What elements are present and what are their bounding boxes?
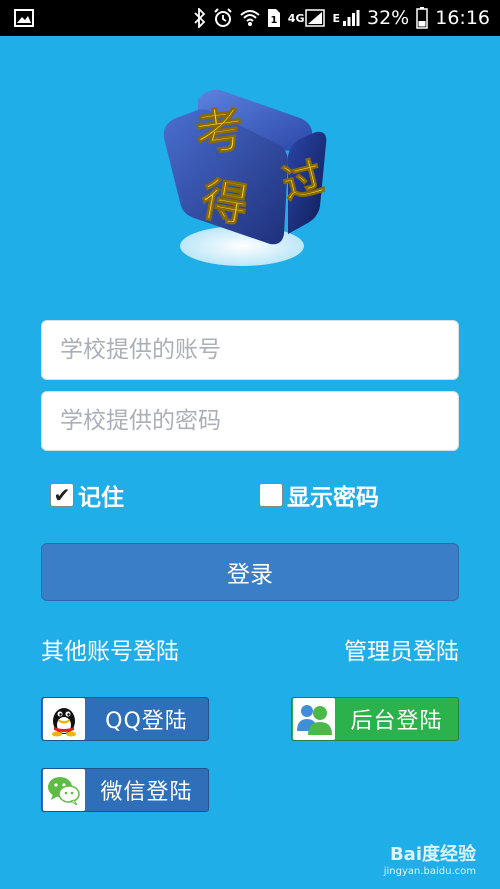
login-button-label: 登录 [227, 562, 273, 588]
other-login-label: 其他账号登陆 [41, 639, 179, 665]
app-logo: 考 得 过 [150, 78, 340, 273]
remember-label: 记住 [78, 485, 124, 511]
remember-checkbox[interactable]: 记住 [50, 478, 124, 512]
show-password-checkbox-box[interactable] [259, 483, 283, 507]
alarm-icon [213, 7, 233, 29]
logo-char-bottom: 得 [197, 172, 252, 233]
qq-penguin-icon [43, 698, 85, 740]
gallery-notification-icon [14, 7, 34, 29]
account-input[interactable] [41, 320, 459, 380]
backend-login-label: 后台登陆 [350, 709, 443, 734]
remember-checkbox-box[interactable] [50, 483, 74, 507]
svg-text:1: 1 [270, 15, 277, 26]
clock: 16:16 [435, 7, 490, 29]
sim-card-icon: 1 [267, 7, 281, 29]
signal-4g-icon: 4G [288, 7, 326, 29]
watermark-main: Bai度经验 [389, 844, 476, 865]
battery-icon [416, 7, 428, 29]
qq-login-label: QQ登陆 [105, 709, 188, 734]
admin-login-link[interactable]: 管理员登陆 [344, 632, 459, 666]
logo-char-top: 考 [192, 101, 247, 163]
show-password-checkbox[interactable]: 显示密码 [259, 478, 379, 512]
password-input[interactable] [41, 391, 459, 451]
show-password-label: 显示密码 [287, 485, 379, 511]
backend-login-button[interactable]: 后台登陆 [291, 697, 459, 741]
qq-login-button[interactable]: QQ登陆 [41, 697, 209, 741]
signal-e-icon: E [332, 7, 360, 29]
status-bar: 1 4G E 32% 16:16 [0, 0, 500, 36]
wifi-icon [240, 7, 260, 29]
bluetooth-icon [194, 7, 206, 29]
baidu-watermark: Bai度经验 jingyan.baidu.com [384, 840, 476, 877]
users-icon [293, 698, 335, 740]
wechat-login-label: 微信登陆 [100, 780, 193, 805]
watermark-sub: jingyan.baidu.com [383, 866, 476, 877]
battery-percent: 32% [367, 7, 410, 29]
login-button[interactable]: 登录 [41, 543, 459, 601]
wechat-login-button[interactable]: 微信登陆 [41, 768, 209, 812]
wechat-icon [43, 769, 85, 811]
